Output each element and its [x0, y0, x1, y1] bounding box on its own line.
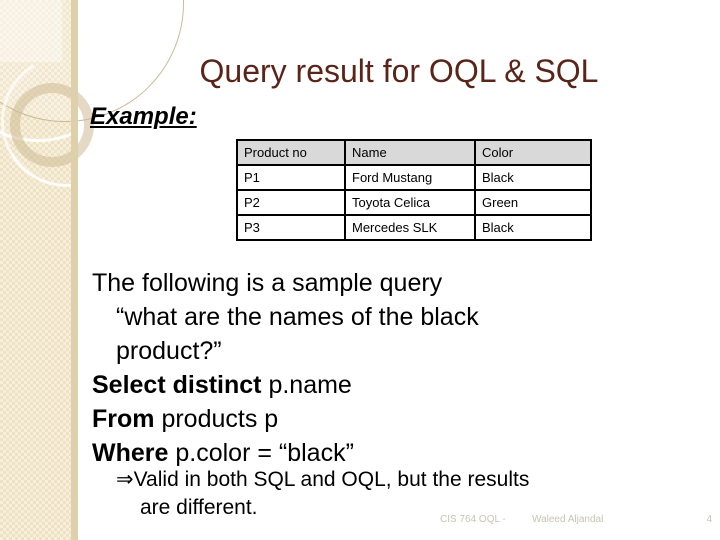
sql-keyword-where: Where [92, 439, 169, 467]
body-text-block: The following is a sample query “what ar… [92, 266, 692, 470]
double-arrow-icon: ⇒ [116, 468, 134, 491]
footer-page-number: 4 [706, 514, 712, 525]
cell-name: Mercedes SLK [344, 214, 476, 241]
cell-product-no: P2 [236, 189, 346, 216]
sql-keyword-from: From [92, 405, 155, 433]
table-row: P3 Mercedes SLK Black [236, 214, 592, 241]
decorative-band-edge [71, 0, 78, 540]
sql-select-expression: p.name [261, 371, 352, 399]
body-line-1: The following is a sample query [92, 269, 443, 297]
cell-product-no: P1 [236, 164, 346, 191]
footer-course: CIS 764 OQL - [440, 514, 506, 525]
column-header-color: Color [474, 139, 592, 166]
slide-canvas: Query result for OQL & SQL Example: Prod… [0, 0, 720, 540]
body-line-3: product?” [116, 337, 222, 365]
body-line-2: “what are the names of the black [116, 303, 479, 331]
example-label: Example: [90, 103, 197, 130]
query-line-where: Where p.color = “black” [92, 436, 692, 470]
sub-bullet-text-1: Valid in both SQL and OQL, but the resul… [133, 468, 530, 491]
table-header-row: Product no Name Color [236, 139, 592, 166]
slide-footer: CIS 764 OQL - Waleed Aljandal 4 [440, 513, 712, 526]
table-row: P1 Ford Mustang Black [236, 164, 592, 191]
decorative-side-band [0, 0, 184, 540]
sql-where-expression: p.color = “black” [168, 439, 354, 467]
cell-color: Black [474, 214, 592, 241]
column-header-product-no: Product no [236, 139, 346, 166]
cell-color: Black [474, 164, 592, 191]
table-row: P2 Toyota Celica Green [236, 189, 592, 216]
cell-name: Ford Mustang [344, 164, 476, 191]
footer-author: Waleed Aljandal [532, 514, 604, 525]
query-line-select: Select distinct p.name [92, 368, 692, 402]
page-title: Query result for OQL & SQL [199, 53, 599, 89]
sql-keyword-select: Select distinct [92, 371, 262, 399]
cell-color: Green [474, 189, 592, 216]
sql-from-expression: products p [154, 405, 279, 433]
sub-bullet-line-1: ⇒Valid in both SQL and OQL, but the resu… [116, 466, 696, 494]
result-table: Product no Name Color P1 Ford Mustang Bl… [236, 139, 592, 241]
cell-name: Toyota Celica [344, 189, 476, 216]
column-header-name: Name [344, 139, 476, 166]
cell-product-no: P3 [236, 214, 346, 241]
query-line-from: From products p [92, 402, 692, 436]
